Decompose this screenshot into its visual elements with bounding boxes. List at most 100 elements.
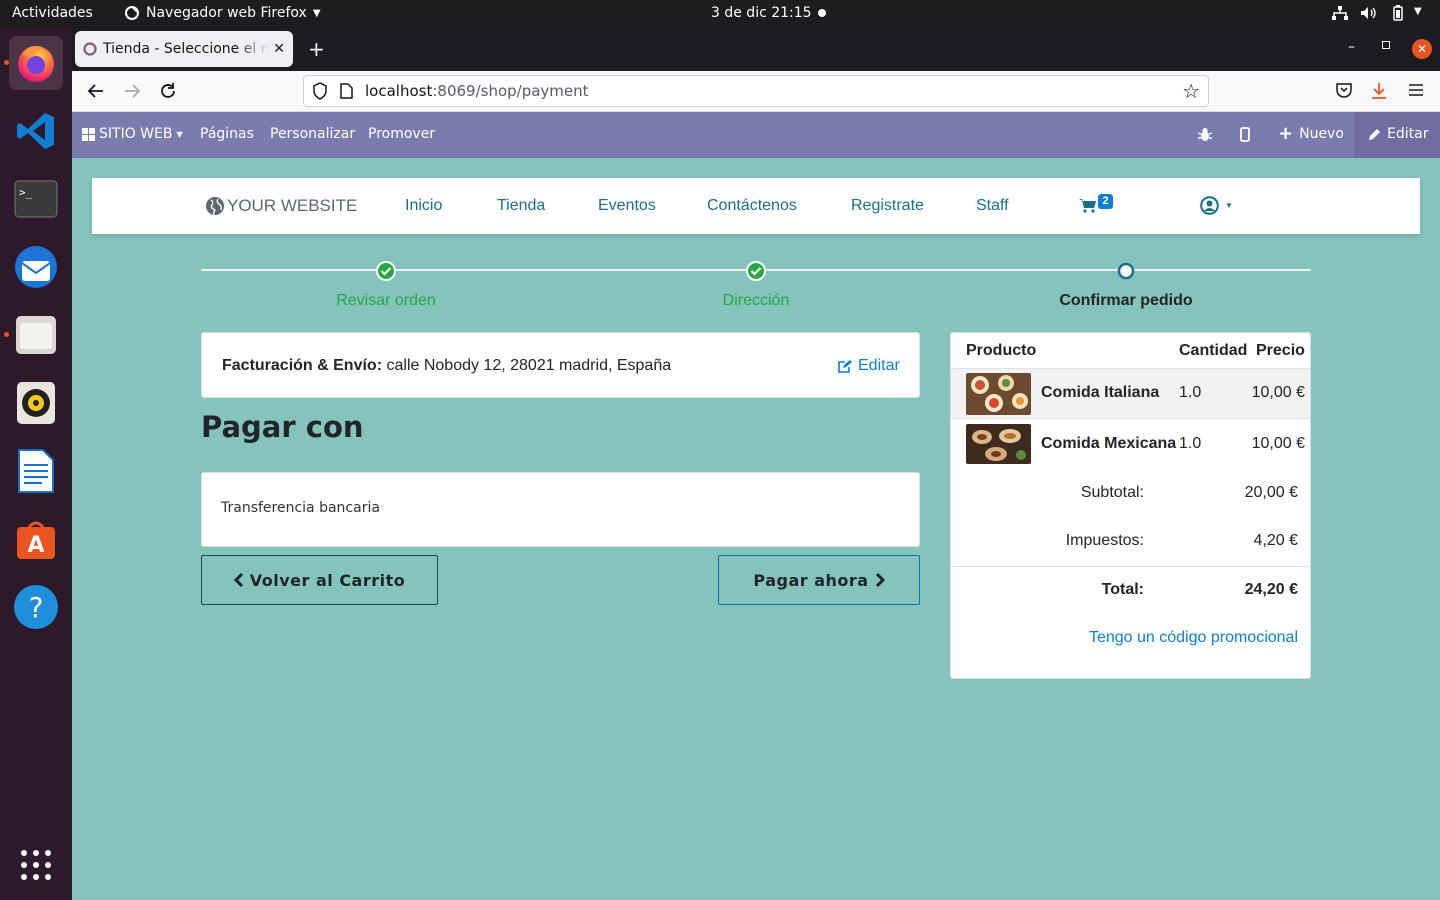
new-tab-icon[interactable]: + [308, 37, 325, 61]
payment-method-label[interactable]: Transferencia bancaria [221, 500, 380, 516]
page-info-icon[interactable] [340, 83, 353, 99]
help-icon: ? [14, 585, 58, 629]
back-to-cart-button[interactable]: Volver al Carrito [201, 555, 438, 605]
product-qty: 1.0 [1179, 384, 1202, 401]
user-menu[interactable]: ▼ [1200, 196, 1233, 215]
back-icon[interactable] [87, 82, 105, 100]
downloads-icon[interactable] [1371, 82, 1387, 100]
vscode-icon [17, 113, 54, 149]
nav-registrate[interactable]: Registrate [851, 197, 924, 215]
payment-method-card[interactable]: Transferencia bancaria [201, 472, 920, 547]
browser-tab[interactable]: Tienda - Seleccione el método de pago ✕ [75, 31, 293, 67]
mobile-preview-icon[interactable] [1240, 127, 1250, 142]
dock-software[interactable]: A [9, 512, 63, 566]
dock-thunderbird[interactable] [9, 240, 63, 294]
site-logo[interactable]: YOUR WEBSITE [205, 196, 357, 216]
browser-nav-bar: localhost :8069/shop/payment ☆ [72, 71, 1440, 112]
caret-down-icon: ▼ [176, 129, 183, 139]
website-menu-label: SITIO WEB [99, 126, 173, 142]
step-address[interactable]: Dirección [723, 292, 790, 310]
chevron-left-icon [233, 573, 243, 587]
address-card: Facturación & Envío: calle Nobody 12, 28… [201, 332, 920, 398]
table-row: Comida Mexicana 1.0 10,00 € [951, 419, 1310, 469]
svg-text:A: A [27, 533, 44, 558]
clock[interactable]: 3 de dic 21:15 [711, 5, 812, 21]
maximize-icon[interactable] [1382, 41, 1390, 49]
website-menu[interactable]: SITIO WEB ▼ [82, 126, 183, 142]
nav-staff[interactable]: Staff [976, 197, 1009, 215]
step-review-order[interactable]: Revisar orden [336, 292, 436, 310]
back-to-cart-label: Volver al Carrito [249, 570, 406, 590]
product-image-mexican [966, 424, 1031, 464]
shield-icon[interactable] [312, 82, 328, 100]
volume-icon[interactable] [1360, 5, 1376, 21]
battery-icon[interactable] [1391, 5, 1405, 21]
close-window-icon[interactable]: ✕ [1412, 39, 1432, 59]
debug-bug-icon[interactable] [1198, 127, 1212, 142]
cart-link[interactable] [1079, 198, 1096, 213]
url-bar[interactable]: localhost :8069/shop/payment ☆ [303, 75, 1209, 107]
dock-firefox[interactable] [9, 36, 63, 90]
new-button[interactable]: + Nuevo [1278, 123, 1344, 144]
customize-menu[interactable]: Personalizar [270, 126, 355, 142]
url-host: localhost [365, 82, 433, 100]
hamburger-menu-icon[interactable] [1408, 83, 1424, 97]
product-name[interactable]: Comida Mexicana [1041, 435, 1176, 453]
col-price: Precio [1256, 342, 1305, 359]
pay-now-button[interactable]: Pagar ahora [718, 555, 920, 605]
dock-libreoffice-writer[interactable] [9, 444, 63, 498]
dock-rhythmbox[interactable] [9, 376, 63, 430]
payment-heading: Pagar con [201, 410, 364, 444]
col-quantity: Cantidad [1179, 342, 1248, 359]
order-summary: Producto Cantidad Precio Comida Italiana… [950, 332, 1311, 679]
running-indicator [4, 332, 9, 337]
app-menu[interactable]: Navegador web Firefox ▼ [124, 5, 321, 21]
activities-button[interactable]: Actividades [12, 5, 93, 21]
odoo-favicon-icon [83, 42, 97, 56]
dock-help[interactable]: ? [9, 580, 63, 634]
website-header: YOUR WEBSITE Inicio Tienda Eventos Contá… [92, 178, 1420, 234]
terminal-icon: >_ [14, 180, 58, 218]
product-name[interactable]: Comida Italiana [1041, 384, 1159, 402]
dock-terminal[interactable]: >_ [9, 172, 63, 226]
billing-shipping-label: Facturación & Envío: [222, 357, 383, 374]
network-icon[interactable] [1332, 6, 1348, 21]
edit-button[interactable]: Editar [1354, 112, 1440, 158]
total-value: 24,20 € [1244, 581, 1298, 598]
product-price: 10,00 € [1251, 384, 1305, 401]
step-done-icon [376, 261, 396, 281]
caret-down-icon: ▼ [1225, 201, 1233, 210]
subtotal-label: Subtotal: [1080, 484, 1144, 501]
nav-contactenos[interactable]: Contáctenos [707, 197, 797, 215]
dock-vscode[interactable] [9, 104, 63, 158]
address-line: Facturación & Envío: calle Nobody 12, 28… [222, 357, 671, 375]
product-price: 10,00 € [1251, 435, 1305, 452]
dock-files[interactable] [9, 308, 63, 362]
nav-tienda[interactable]: Tienda [497, 197, 545, 215]
forward-icon[interactable] [123, 82, 141, 100]
software-store-icon: A [17, 521, 55, 559]
nav-eventos[interactable]: Eventos [598, 197, 656, 215]
tab-title: Tienda - Seleccione el método de pago [103, 41, 270, 57]
system-menu-chevron-icon[interactable]: ▼ [1414, 6, 1422, 17]
pages-menu[interactable]: Páginas [200, 126, 254, 142]
promo-code-link[interactable]: Tengo un código promocional [1089, 629, 1298, 647]
step-current-icon [1116, 261, 1136, 281]
user-circle-icon [1200, 196, 1219, 215]
browser-tab-bar: Tienda - Seleccione el método de pago ✕ … [72, 27, 1440, 71]
system-top-bar: Actividades Navegador web Firefox ▼ 3 de… [0, 0, 1440, 27]
pocket-icon[interactable] [1336, 82, 1352, 98]
show-apps-icon[interactable] [20, 849, 52, 881]
plus-icon: + [1278, 123, 1294, 144]
nav-inicio[interactable]: Inicio [405, 197, 442, 215]
new-button-label: Nuevo [1299, 126, 1344, 142]
promote-menu[interactable]: Promover [368, 126, 435, 142]
edit-button-content: Editar [1368, 126, 1428, 142]
chevron-down-icon: ▼ [312, 7, 321, 19]
edit-address-link[interactable]: Editar [837, 357, 900, 375]
tab-close-icon[interactable]: ✕ [273, 41, 285, 57]
minimize-icon[interactable]: – [1348, 39, 1355, 55]
bookmark-star-icon[interactable]: ☆ [1182, 79, 1200, 103]
svg-text:>_: >_ [19, 186, 33, 199]
reload-icon[interactable] [159, 82, 177, 100]
